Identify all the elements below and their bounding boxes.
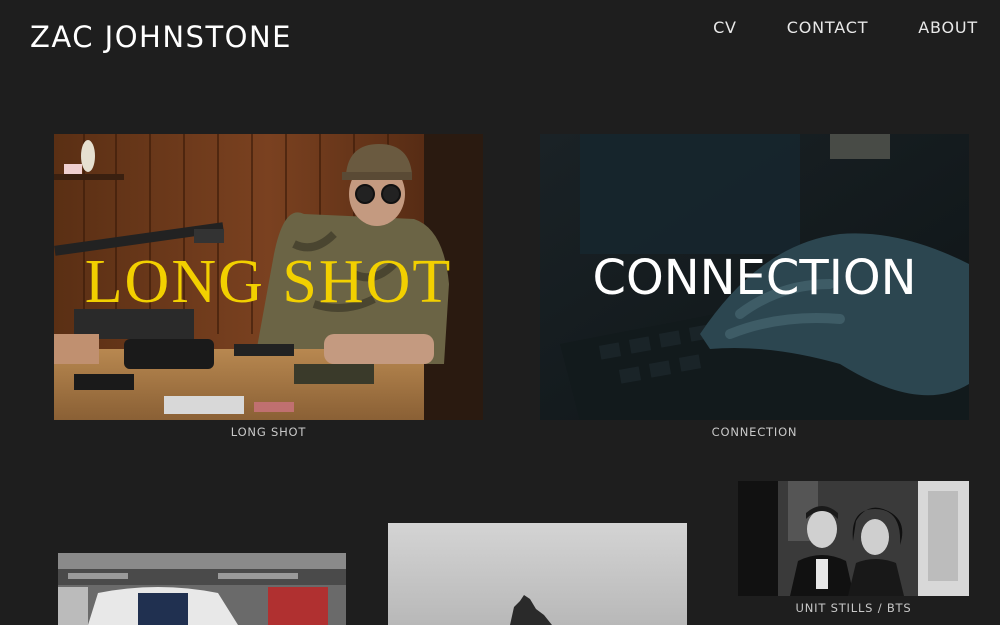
page: ZAC JOHNSTONE CV CONTACT ABOUT LONG SHOT… xyxy=(0,0,1000,625)
long-shot-caption: LONG SHOT xyxy=(230,425,307,439)
project-tile-connection[interactable]: CONNECTION xyxy=(540,134,969,420)
landscape-thumbnail xyxy=(388,523,687,625)
project-tile-landscape[interactable] xyxy=(388,523,687,625)
project-tile-kitchen[interactable] xyxy=(58,553,346,625)
nav-contact-link[interactable]: CONTACT xyxy=(787,18,868,37)
main-nav: CV CONTACT ABOUT xyxy=(713,18,978,37)
connection-overlay-title: CONNECTION xyxy=(592,250,917,306)
project-tile-unit-stills[interactable] xyxy=(738,481,969,596)
nav-about-link[interactable]: ABOUT xyxy=(918,18,978,37)
unit-stills-thumbnail xyxy=(738,481,969,596)
connection-caption: CONNECTION xyxy=(711,425,798,439)
site-title-link[interactable]: ZAC JOHNSTONE xyxy=(30,20,292,54)
project-tile-long-shot[interactable]: LONG SHOT xyxy=(54,134,483,420)
unit-stills-caption: UNIT STILLS / BTS xyxy=(795,601,912,615)
kitchen-thumbnail xyxy=(58,553,346,625)
long-shot-overlay-title: LONG SHOT xyxy=(84,248,453,316)
nav-cv-link[interactable]: CV xyxy=(713,18,737,37)
